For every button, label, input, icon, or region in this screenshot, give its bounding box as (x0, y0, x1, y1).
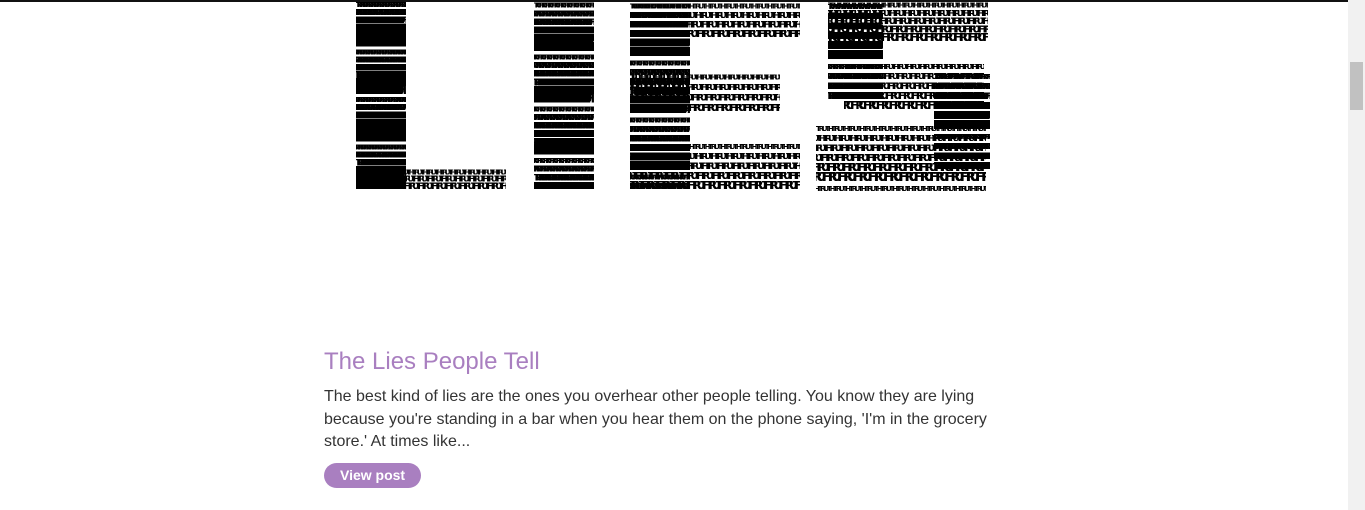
svg-text:TRUTHTRUTHTRUTHTRUTHTRUTHTRUTH: TRUTHTRUTHTRUTHTRUTHTRUTHTRUTHTRUTHTRUTH… (621, 11, 811, 20)
page: TRUTH TRUTH TRUTHTRUTHTRUTHTRUTHTRUTHTRU… (0, 0, 1365, 510)
scrollbar-thumb[interactable] (1350, 62, 1363, 110)
post-card: The Lies People Tell The best kind of li… (324, 346, 1004, 488)
svg-text:TRUTHTRUTHTRUTHTRUTHTRUTHTRUTH: TRUTHTRUTHTRUTHTRUTHTRUTHTRUTHTRUTHTRUTH… (529, 40, 609, 54)
svg-text:TRUTHTRUTHTRUTHTRUTHTRUTHTRUTH: TRUTHTRUTHTRUTHTRUTHTRUTHTRUTHTRUTHTRUTH… (616, 60, 696, 68)
svg-text:TRUTHTRUTHTRUTHTRUTHTRUTHTRUTH: TRUTHTRUTHTRUTHTRUTHTRUTHTRUTHTRUTHTRUTH… (622, 117, 702, 125)
svg-text:TRUTHTRUTHTRUTHTRUTHTRUTHTRUTH: TRUTHTRUTHTRUTHTRUTHTRUTHTRUTHTRUTHTRUTH… (614, 179, 804, 192)
svg-text:TRUTHTRUTHTRUTHTRUTHTRUTHTRUTH: TRUTHTRUTHTRUTHTRUTHTRUTHTRUTHTRUTHTRUTH… (521, 143, 601, 157)
svg-text:TRUTHTRUTHTRUTHTRUTHTRUTHTRUTH: TRUTHTRUTHTRUTHTRUTHTRUTHTRUTHTRUTHTRUTH… (343, 131, 413, 145)
s-shape-mask (884, 42, 988, 60)
s-shape-mask (816, 110, 934, 122)
truth-block: TRUTHTRUTHTRUTHTRUTHTRUTHTRUTHTRUTHTRUTH… (621, 3, 820, 39)
vertical-scrollbar[interactable] (1348, 0, 1365, 510)
svg-text:TRUTHTRUTHTRUTHTRUTHTRUTHTRUTH: TRUTHTRUTHTRUTHTRUTHTRUTHTRUTHTRUTHTRUTH… (621, 152, 811, 161)
svg-text:TRUTHTRUTHTRUTHTRUTHTRUTHTRUTH: TRUTHTRUTHTRUTHTRUTHTRUTHTRUTHTRUTHTRUTH… (807, 134, 997, 143)
lies-letters: TRUTHTRUTHTRUTHTRUTHTRUTHTRUTHTRUTHTRUTH… (337, 1, 1004, 193)
svg-text:TRUTHTRUTHTRUTHTRUTHTRUTHTRUTH: TRUTHTRUTHTRUTHTRUTHTRUTHTRUTHTRUTHTRUTH… (612, 94, 782, 104)
svg-text:TRUTHTRUTHTRUTHTRUTHTRUTHTRUTH: TRUTHTRUTHTRUTHTRUTHTRUTHTRUTHTRUTHTRUTH… (925, 82, 1001, 91)
view-post-button[interactable]: View post (324, 462, 422, 488)
truth-block: TRUTHTRUTHTRUTHTRUTHTRUTHTRUTHTRUTHTRUTH… (337, 1, 421, 190)
svg-text:TRUTHTRUTHTRUTHTRUTHTRUTHTRUTH: TRUTHTRUTHTRUTHTRUTHTRUTHTRUTHTRUTHTRUTH… (844, 63, 1004, 71)
svg-text:TRUTHTRUTHTRUTHTRUTHTRUTHTRUTH: TRUTHTRUTHTRUTHTRUTHTRUTHTRUTHTRUTHTRUTH… (621, 83, 791, 92)
svg-text:TRUTHTRUTHTRUTHTRUTHTRUTHTRUTH: TRUTHTRUTHTRUTHTRUTHTRUTHTRUTHTRUTHTRUTH… (338, 182, 508, 192)
lies-truth-typography-image: TRUTH TRUTH TRUTHTRUTHTRUTHTRUTHTRUTHTRU… (337, 1, 1004, 193)
svg-text:TRUTHTRUTHTRUTHTRUTHTRUTHTRUTH: TRUTHTRUTHTRUTHTRUTHTRUTHTRUTHTRUTHTRUTH… (811, 170, 1001, 184)
svg-text:TRUTHTRUTHTRUTHTRUTHTRUTHTRUTH: TRUTHTRUTHTRUTHTRUTHTRUTHTRUTHTRUTHTRUTH… (630, 74, 800, 82)
svg-text:TRUTHTRUTHTRUTHTRUTHTRUTHTRUTH: TRUTHTRUTHTRUTHTRUTHTRUTHTRUTHTRUTHTRUTH… (802, 185, 992, 193)
svg-text:TRUTHTRUTHTRUTHTRUTHTRUTHTRUTH: TRUTHTRUTHTRUTHTRUTHTRUTHTRUTHTRUTHTRUTH… (525, 181, 605, 192)
svg-text:TRUTHTRUTHTRUTHTRUTHTRUTHTRUTH: TRUTHTRUTHTRUTHTRUTHTRUTHTRUTHTRUTHTRUTH… (630, 143, 820, 151)
truth-block: TRUTHTRUTHTRUTHTRUTHTRUTHTRUTHTRUTHTRUTH… (515, 2, 609, 192)
svg-text:TRUTHTRUTHTRUTHTRUTHTRUTHTRUTH: TRUTHTRUTHTRUTHTRUTHTRUTHTRUTHTRUTHTRUTH… (625, 45, 705, 59)
svg-text:TRUTHTRUTHTRUTHTRUTHTRUTHTRUTH: TRUTHTRUTHTRUTHTRUTHTRUTHTRUTHTRUTHTRUTH… (819, 12, 894, 21)
svg-text:TRUTHTRUTHTRUTHTRUTHTRUTHTRUTH: TRUTHTRUTHTRUTHTRUTHTRUTHTRUTHTRUTHTRUTH… (613, 125, 693, 134)
truth-block: TRUTHTRUTHTRUTHTRUTHTRUTHTRUTHTRUTHTRUTH… (338, 168, 508, 192)
post-excerpt: The best kind of lies are the ones you o… (324, 388, 987, 450)
truth-block: TRUTHTRUTHTRUTHTRUTHTRUTHTRUTHTRUTHTRUTH… (802, 125, 1004, 193)
svg-text:TRUTHTRUTHTRUTHTRUTHTRUTHTRUTH: TRUTHTRUTHTRUTHTRUTHTRUTHTRUTHTRUTHTRUTH… (630, 3, 820, 11)
post-title[interactable]: The Lies People Tell (324, 346, 1004, 378)
svg-text:TRUTHTRUTHTRUTHTRUTHTRUTHTRUTH: TRUTHTRUTHTRUTHTRUTHTRUTHTRUTHTRUTHTRUTH… (816, 125, 1004, 133)
svg-text:TRUTHTRUTHTRUTHTRUTHTRUTHTRUTH: TRUTHTRUTHTRUTHTRUTHTRUTHTRUTHTRUTHTRUTH… (351, 36, 421, 50)
post-featured-image[interactable]: TRUTH TRUTH TRUTHTRUTHTRUTHTRUTHTRUTHTRU… (324, 0, 1004, 200)
svg-text:TRUTHTRUTHTRUTHTRUTHTRUTHTRUTH: TRUTHTRUTHTRUTHTRUTHTRUTHTRUTHTRUTHTRUTH… (934, 73, 1004, 81)
truth-block: TRUTHTRUTHTRUTHTRUTHTRUTHTRUTHTRUTHTRUTH… (614, 143, 820, 192)
svg-text:TRUTHTRUTHTRUTHTRUTHTRUTHTRUTH: TRUTHTRUTHTRUTHTRUTHTRUTHTRUTHTRUTHTRUTH… (337, 83, 407, 97)
svg-text:TRUTHTRUTHTRUTHTRUTHTRUTHTRUTH: TRUTHTRUTHTRUTHTRUTHTRUTHTRUTHTRUTHTRUTH… (515, 92, 595, 106)
truth-block: TRUTHTRUTHTRUTHTRUTHTRUTHTRUTHTRUTHTRUTH… (612, 74, 800, 113)
